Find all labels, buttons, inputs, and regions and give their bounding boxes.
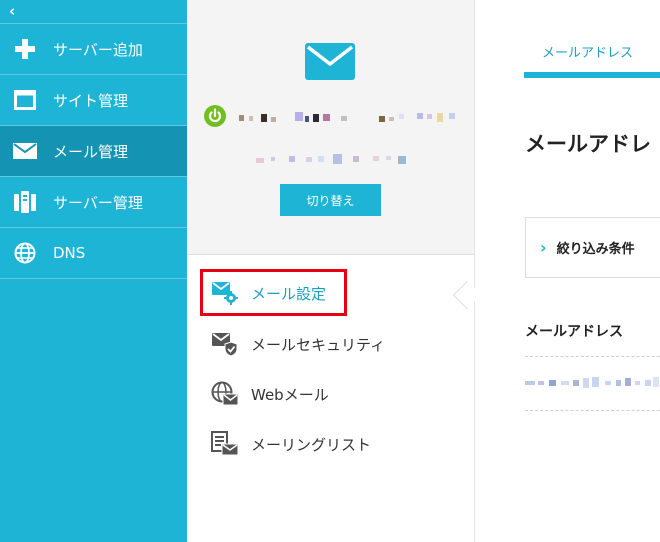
- sidebar: ‹ サーバー追加 サイト管理 メール管理 サーバー管理 DNS: [0, 0, 187, 542]
- sidebar-item-site-management[interactable]: サイト管理: [0, 75, 187, 126]
- menu-item-label: メーリングリスト: [251, 435, 372, 454]
- sidebar-item-label: サーバー管理: [53, 193, 143, 212]
- sidebar-item-dns[interactable]: DNS: [0, 228, 187, 279]
- filter-toggle[interactable]: › 絞り込み条件: [525, 217, 660, 278]
- collapse-sidebar-button[interactable]: ‹: [0, 0, 187, 24]
- mailing-list-icon: [211, 431, 239, 457]
- sidebar-item-label: サーバー追加: [53, 40, 143, 59]
- page-title: メールアドレ: [525, 132, 651, 156]
- content-panel: メールアドレス メールアドレ › 絞り込み条件 メールアドレス: [475, 0, 660, 542]
- table-header-mail-address: メールアドレス: [525, 324, 623, 340]
- menu-item-label: Webメール: [251, 385, 329, 404]
- highlight-annotation: [200, 269, 347, 316]
- menu-item-webmail[interactable]: Webメール: [211, 381, 329, 407]
- menu-item-label: メールセキュリティ: [251, 335, 386, 354]
- menu-item-mail-security[interactable]: メールセキュリティ: [211, 331, 385, 357]
- chevron-left-icon: ‹: [9, 2, 16, 20]
- tab-mail-address[interactable]: メールアドレス: [524, 0, 660, 78]
- mail-menu-panel: 切り替え メール設定 メールセキュリティ Webメール メーリングリスト: [187, 0, 482, 542]
- mail-icon: [12, 138, 38, 164]
- chevron-right-icon: ›: [540, 238, 547, 257]
- switch-account-button[interactable]: 切り替え: [280, 184, 381, 216]
- sidebar-item-mail-management[interactable]: メール管理: [0, 126, 187, 177]
- row-divider: [525, 410, 660, 411]
- envelope-icon: [305, 43, 355, 84]
- power-status-icon: [204, 105, 226, 127]
- mail-shield-icon: [211, 331, 239, 357]
- sidebar-item-server-management[interactable]: サーバー管理: [0, 177, 187, 228]
- webmail-globe-icon: [211, 381, 239, 407]
- filter-label: 絞り込み条件: [556, 242, 635, 257]
- account-summary: 切り替え: [187, 0, 474, 255]
- sidebar-item-server-add[interactable]: サーバー追加: [0, 24, 187, 75]
- server-icon: [12, 189, 38, 215]
- menu-item-mailing-list[interactable]: メーリングリスト: [211, 431, 371, 457]
- sidebar-item-label: メール管理: [53, 142, 129, 161]
- globe-icon: [12, 240, 38, 266]
- sidebar-item-label: サイト管理: [53, 91, 129, 110]
- row-divider: [525, 356, 660, 357]
- window-icon: [12, 87, 38, 113]
- plus-icon: [12, 36, 38, 62]
- sidebar-item-label: DNS: [53, 244, 86, 262]
